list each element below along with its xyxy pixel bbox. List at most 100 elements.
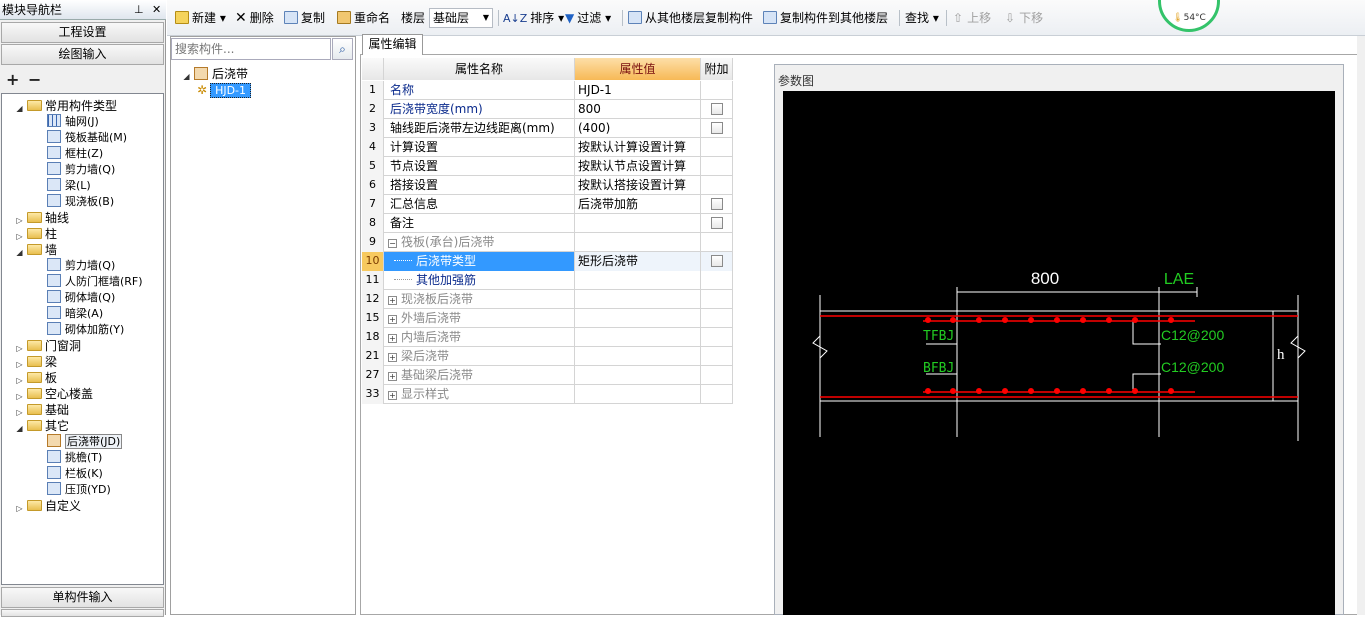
collapse-arrow-icon[interactable]: ◢ [15,424,24,433]
property-name[interactable]: 名称 [384,81,575,100]
tree-folder[interactable]: ▷ 板 [15,370,57,386]
tree-item[interactable]: 剪力墙(Q) [47,258,115,274]
filter-button[interactable]: ▼ 过滤 ▾ [565,9,611,27]
property-row[interactable]: 27 + 基础梁后浇带 [362,366,733,385]
delete-button[interactable]: ✕ 删除 [235,9,274,27]
tree-item[interactable]: 栏板(K) [47,466,103,482]
copy-button[interactable]: 复制 [284,9,325,27]
collapse-arrow-icon[interactable]: ◢ [15,248,24,257]
collapse-arrow-icon[interactable]: ◢ [15,104,24,113]
move-up-button[interactable]: ⇧ 上移 [953,9,991,27]
property-name[interactable]: 搭接设置 [384,176,575,195]
expand-icon[interactable]: + [388,296,397,305]
property-row[interactable]: 5 节点设置 按默认节点设置计算 [362,157,733,176]
property-row[interactable]: 33 + 显示样式 [362,385,733,404]
report-preview-button[interactable] [1,609,164,617]
property-name[interactable]: + 外墙后浇带 [384,309,575,328]
tree-item[interactable]: 现浇板(B) [47,194,114,210]
floor-select[interactable]: 基础层 ▼ [429,8,493,28]
tree-folder[interactable]: ▷ 门窗洞 [15,338,81,354]
tree-folder[interactable]: ▷ 空心楼盖 [15,386,93,402]
property-row[interactable]: 9− 筏板(承台)后浇带 [362,233,733,252]
expand-icon[interactable]: + [388,353,397,362]
close-icon[interactable]: ✕ [152,0,161,20]
tree-item[interactable]: 剪力墙(Q) [47,162,115,178]
expand-arrow-icon[interactable]: ▷ [15,216,24,225]
copy-from-floor-button[interactable]: 从其他楼层复制构件 [628,9,753,27]
property-value[interactable]: 矩形后浇带 [575,252,701,271]
tree-item[interactable]: 暗梁(A) [47,306,103,322]
property-row[interactable]: 2 后浇带宽度(mm) 800 [362,100,733,119]
component-tree-root[interactable]: ◢ 后浇带 [182,66,248,82]
property-row[interactable]: 18 + 内墙后浇带 [362,328,733,347]
expand-arrow-icon[interactable]: ▷ [15,408,24,417]
component-search-input[interactable]: 搜索构件... [171,38,331,60]
tree-folder[interactable]: ◢ 墙 [15,242,57,258]
property-name[interactable]: 计算设置 [384,138,575,157]
copy-to-floor-button[interactable]: 复制构件到其他楼层 [763,9,888,27]
property-value[interactable]: 按默认节点设置计算 [575,157,701,176]
tree-folder[interactable]: ▷ 基础 [15,402,69,418]
pin-icon[interactable]: ⊥ [134,0,144,20]
expand-icon[interactable]: + [388,372,397,381]
tree-item[interactable]: 框柱(Z) [47,146,103,162]
property-name[interactable]: 轴线距后浇带左边线距离(mm) [384,119,575,138]
property-value[interactable] [575,290,701,309]
property-row[interactable]: 6 搭接设置 按默认搭接设置计算 [362,176,733,195]
attach-checkbox[interactable] [711,217,723,229]
tree-folder[interactable]: ▷ 轴线 [15,210,69,226]
tree-item[interactable]: 人防门框墙(RF) [47,274,143,290]
expand-all-icon[interactable]: + [6,70,19,89]
component-tree-child[interactable]: ✲ HJD-1 [197,82,252,98]
property-row[interactable]: 11 其他加强筋 [362,271,733,290]
find-button[interactable]: 查找 ▾ [905,9,939,27]
property-value[interactable] [575,385,701,404]
property-name[interactable]: 后浇带类型 [384,252,575,271]
tree-item[interactable]: 梁(L) [47,178,91,194]
tree-folder[interactable]: ◢ 常用构件类型 [15,98,117,114]
property-row[interactable]: 10 后浇带类型 矩形后浇带 [362,252,733,271]
property-row[interactable]: 12 + 现浇板后浇带 [362,290,733,309]
search-icon[interactable]: ⌕ [332,38,353,60]
expand-icon[interactable]: + [388,334,397,343]
tree-item[interactable]: 砌体加筋(Y) [47,322,124,338]
expand-arrow-icon[interactable]: ▷ [15,504,24,513]
property-value[interactable]: HJD-1 [575,81,701,100]
tree-folder[interactable]: ▷ 梁 [15,354,57,370]
expand-arrow-icon[interactable]: ▷ [15,376,24,385]
tree-folder[interactable]: ◢ 其它 [15,418,69,434]
collapse-all-icon[interactable]: − [28,70,41,89]
property-name[interactable]: 节点设置 [384,157,575,176]
property-name[interactable]: + 基础梁后浇带 [384,366,575,385]
property-row[interactable]: 7 汇总信息 后浇带加筋 [362,195,733,214]
attach-checkbox[interactable] [711,122,723,134]
project-settings-button[interactable]: 工程设置 [1,22,164,43]
property-name[interactable]: + 现浇板后浇带 [384,290,575,309]
rename-button[interactable]: 重命名 [337,9,390,27]
property-value[interactable] [575,366,701,385]
new-button[interactable]: 新建 ▾ [175,9,226,27]
single-component-input-button[interactable]: 单构件输入 [1,587,164,608]
property-name[interactable]: 汇总信息 [384,195,575,214]
property-value[interactable] [575,328,701,347]
tree-item[interactable]: 筏板基础(M) [47,130,127,146]
tree-folder[interactable]: ▷ 柱 [15,226,57,242]
tree-item[interactable]: 砌体墙(Q) [47,290,115,306]
tree-folder[interactable]: ▷ 自定义 [15,498,81,514]
property-name[interactable]: − 筏板(承台)后浇带 [384,233,575,252]
property-name[interactable]: 其他加强筋 [384,271,575,290]
property-value[interactable]: 后浇带加筋 [575,195,701,214]
property-value[interactable] [575,214,701,233]
tree-item[interactable]: 后浇带(JD) [47,434,123,450]
property-row[interactable]: 1 名称 HJD-1 [362,81,733,100]
attach-checkbox[interactable] [711,198,723,210]
property-row[interactable]: 3 轴线距后浇带左边线距离(mm) (400) [362,119,733,138]
property-name[interactable]: + 内墙后浇带 [384,328,575,347]
expand-arrow-icon[interactable]: ▷ [15,360,24,369]
property-row[interactable]: 8 备注 [362,214,733,233]
property-name[interactable]: + 梁后浇带 [384,347,575,366]
property-name[interactable]: 备注 [384,214,575,233]
property-value[interactable]: 按默认搭接设置计算 [575,176,701,195]
property-name[interactable]: + 显示样式 [384,385,575,404]
tree-item[interactable]: 压顶(YD) [47,482,111,498]
